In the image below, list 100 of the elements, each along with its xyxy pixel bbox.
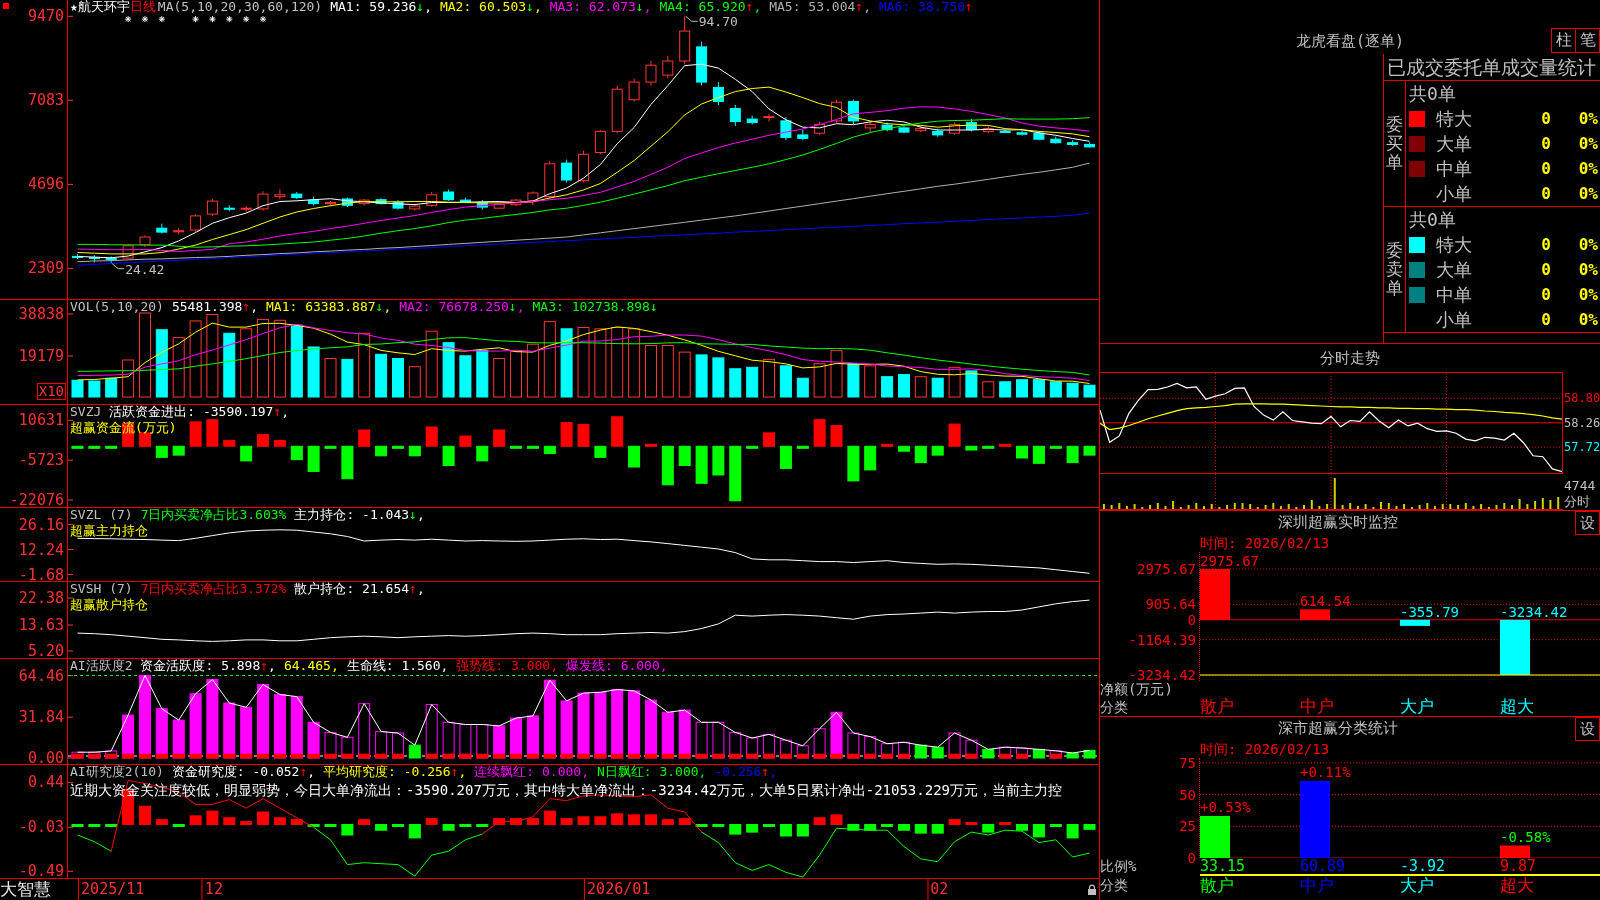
trend-arrow: ↑	[242, 300, 251, 314]
table-title: 已成交委托单成交量统计	[1384, 54, 1600, 81]
category-label: 中户	[1300, 697, 1335, 716]
indicator-name: SVZJ	[70, 405, 102, 419]
axis-label: 13.63	[18, 618, 64, 632]
trend-arrow: ↑	[855, 0, 864, 14]
panel-title: 深圳超赢实时监控	[1276, 512, 1399, 533]
axis-label: -3234.42	[1128, 668, 1196, 682]
value-label: 33.15	[1200, 858, 1247, 874]
separator-text: ,	[268, 659, 276, 673]
indicator-name: SVSH (7)	[70, 582, 133, 596]
date-label: 12	[201, 879, 223, 900]
separator-text: ,	[416, 508, 425, 522]
date-text: 时间: 2026/02/13	[1199, 534, 1331, 552]
price-annotation: 94.70	[685, 14, 738, 30]
axis-label: -1164.39	[1128, 632, 1196, 647]
axis-label: 7083	[27, 93, 64, 108]
separator-text: ,	[643, 0, 652, 14]
legend-label: 主力持仓: -1.043	[294, 508, 410, 522]
separator-text: ,	[458, 765, 467, 779]
category-label: 大户	[1400, 874, 1500, 895]
axis-label: -0.03	[18, 820, 64, 835]
category-label: 超大	[1500, 697, 1535, 716]
axis-label: 0	[1187, 851, 1196, 865]
trend-arrow: ↑	[299, 765, 308, 779]
indicator-caption: 超赢散户持仓	[70, 597, 149, 612]
trend-arrow: ↑	[965, 0, 973, 14]
separator-text: ,	[533, 0, 542, 14]
axis-label: 5.20	[27, 644, 64, 658]
trend-arrow: ↓	[508, 300, 517, 314]
group-label: 委卖单	[1386, 241, 1403, 298]
row-label: 中单	[1436, 156, 1473, 181]
date-label: 02	[927, 879, 949, 900]
share-value: 0%	[1577, 285, 1599, 304]
price-annotation: 24.42	[111, 261, 165, 277]
change-label: -0.58%	[1500, 829, 1551, 844]
legend-label: MA2: 76678.250	[399, 300, 509, 314]
unit-label: X10	[36, 383, 66, 400]
axis-title: 分类	[1100, 698, 1129, 715]
axis-label: 22.38	[18, 591, 64, 605]
legend-label: MA4: 65.920	[659, 0, 746, 14]
date-label: 2026/01	[584, 879, 651, 900]
indicator-name: VOL(5,10,20)	[70, 300, 164, 314]
legend-label: -0.256	[714, 765, 762, 779]
separator-text: ,	[753, 0, 762, 14]
row-label: 中单	[1436, 282, 1473, 307]
indicator-name: MA(5,10,20,30,60,120)	[157, 0, 323, 14]
annotation: 24.42	[125, 261, 165, 277]
axis-label: 10631	[18, 413, 64, 428]
legend-label: MA3: 62.073	[549, 0, 636, 14]
indicator-name: AI研究度2(10)	[70, 765, 164, 779]
axis-label: 64.46	[18, 668, 64, 683]
legend-label: 活跃资金进出: -3590.197	[109, 405, 274, 419]
trend-arrow: ↓	[635, 0, 644, 14]
panel-title: 深市超赢分类统计	[1276, 718, 1399, 739]
panel-title: 分时走势	[1319, 348, 1381, 369]
trend-arrow: ↓	[649, 300, 658, 314]
legend-label: MA1: 59.236	[330, 0, 417, 14]
count-value: 0	[1540, 134, 1551, 153]
legend-label: MA3: 102738.898	[532, 300, 650, 314]
intraday-label: 分时	[1563, 494, 1591, 510]
row-label: 特大	[1436, 232, 1473, 257]
value-label: 614.54	[1300, 594, 1351, 609]
total-count: 共0单	[1408, 82, 1457, 106]
trend-arrow: ↑	[273, 405, 282, 419]
axis-label: 9470	[27, 9, 64, 24]
legend-label: 64.465,	[283, 659, 339, 673]
axis-label: 57.72	[1564, 440, 1600, 455]
category-label: 大户	[1400, 697, 1435, 716]
axis-label: 0.44	[27, 775, 64, 790]
annotation: 94.70	[698, 14, 738, 30]
category-label: 超大	[1500, 874, 1600, 895]
indicator-name: AI活跃度2	[70, 659, 133, 673]
share-value: 0%	[1577, 235, 1599, 254]
axis-label: 58.80	[1564, 391, 1600, 406]
trend-arrow: ↓	[375, 300, 384, 314]
axis-label: 19179	[18, 349, 64, 363]
axis-label: -1.68	[18, 567, 64, 582]
trend-arrow: ↑	[409, 582, 417, 596]
group-label: 委买单	[1386, 115, 1403, 172]
count-value: 0	[1540, 260, 1551, 279]
date-label: 2025/11	[78, 879, 145, 900]
legend-label: 连续飘红: 0.000,	[474, 765, 589, 779]
separator-text: ,	[424, 0, 432, 14]
trend-arrow: ↑	[745, 0, 754, 14]
legend-label: 7日内买卖净占比3.372%	[140, 582, 287, 596]
legend-label: 7日内买卖净占比3.603%	[140, 508, 287, 522]
trend-arrow: ↑	[450, 765, 459, 779]
axis-label: 4696	[27, 177, 64, 192]
legend-label: 资金活跃度: 5.898	[140, 659, 261, 673]
value-label: 9.87	[1500, 858, 1538, 874]
axis-label: 26.16	[18, 517, 64, 532]
indicator-name: SVZL (7)	[70, 508, 133, 522]
axis-title: 分类	[1100, 876, 1129, 893]
share-value: 0%	[1577, 159, 1599, 178]
panel-title: 龙虎看盘(逐单)	[1295, 31, 1405, 52]
logo-text: 大智慧	[0, 879, 52, 900]
trend-arrow: ↓	[526, 0, 534, 14]
count-value: 0	[1540, 109, 1551, 128]
date-text: 时间: 2026/02/13	[1199, 740, 1331, 758]
